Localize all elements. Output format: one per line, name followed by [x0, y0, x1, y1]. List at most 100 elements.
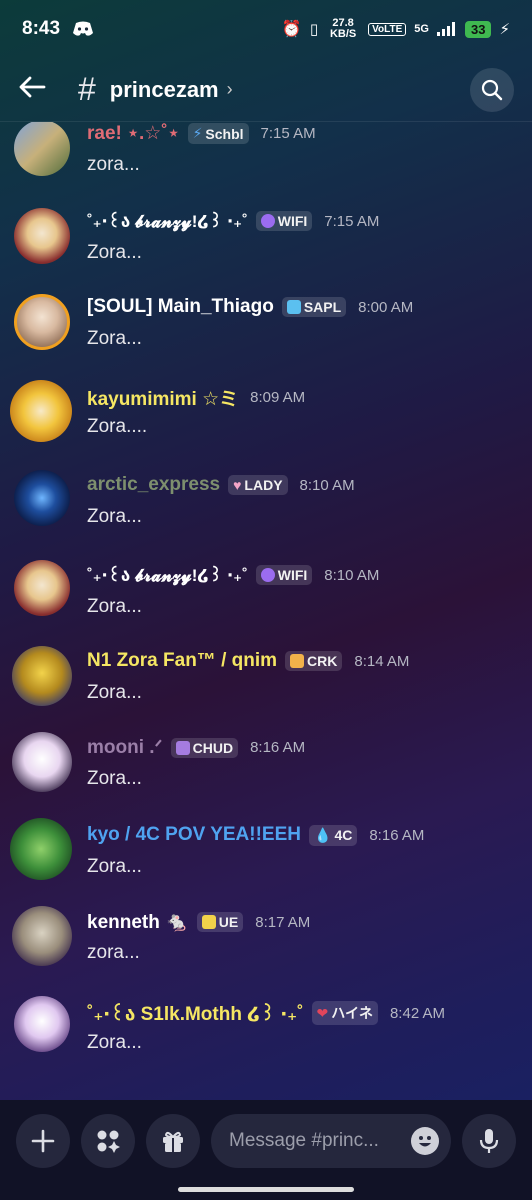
plus-icon	[31, 1129, 55, 1153]
message-item[interactable]: ˚₊‧꒰ა S1lk.Mothh ໒꒱ ‧₊˚ ❤ ハイネ 8:42 AM Zor…	[0, 990, 532, 1070]
message-placeholder: Message #princ...	[229, 1130, 379, 1151]
message-text: Zora...	[87, 856, 142, 877]
emoji-icon[interactable]	[411, 1127, 439, 1155]
message-text: Zora...	[87, 596, 142, 617]
message-text: Zora...	[87, 328, 142, 349]
role-tag: ⚡ Schbl	[187, 123, 249, 144]
heart-icon: ♥	[233, 477, 242, 493]
gift-icon	[163, 1131, 183, 1152]
role-tag: ❤ ハイネ	[311, 1001, 378, 1025]
add-button[interactable]	[16, 1114, 70, 1168]
timestamp: 7:15 AM	[260, 125, 316, 142]
channel-header: # princezam ›	[0, 58, 532, 122]
timestamp: 8:10 AM	[299, 476, 355, 494]
search-button[interactable]	[470, 67, 514, 112]
back-arrow-icon[interactable]	[18, 73, 58, 107]
timestamp: 8:00 AM	[358, 298, 414, 316]
net-speed: 27.8 KB/S	[329, 17, 357, 40]
role-tag: WIFI	[255, 211, 313, 231]
timestamp: 7:15 AM	[324, 212, 380, 230]
avatar[interactable]	[10, 380, 72, 442]
microphone-icon	[479, 1129, 499, 1153]
timestamp: 8:42 AM	[389, 1004, 446, 1022]
avatar[interactable]	[14, 470, 70, 526]
username[interactable]: arctic_express	[87, 474, 220, 496]
message-item[interactable]: ˚₊‧꒰ა 𝓫𝓻𝓪𝓷𝔃𝔂!໒꒱ ‧₊˚ WIFI 7:15 AM Zora...	[0, 200, 532, 280]
message-item[interactable]: rae! ⋆.☆˚⋆ ⚡ Schbl 7:15 AM zora...	[0, 122, 532, 194]
network-type: 5G	[414, 23, 429, 35]
crown-icon	[175, 740, 190, 755]
moon-icon	[260, 214, 275, 228]
role-tag: UE	[196, 912, 244, 932]
status-time: 8:43	[22, 18, 61, 39]
battery-level: 33	[464, 20, 492, 38]
search-icon	[481, 79, 503, 100]
timestamp: 8:14 AM	[354, 652, 410, 670]
message-text: Zora...	[87, 768, 142, 789]
message-text: zora...	[87, 942, 140, 963]
crown-icon	[201, 915, 216, 929]
gift-button[interactable]	[146, 1114, 200, 1168]
timestamp: 8:16 AM	[250, 739, 306, 756]
username[interactable]: N1 Zora Fan™ / qnim	[87, 650, 277, 672]
message-composer: Message #princ...	[0, 1100, 532, 1200]
message-item[interactable]: mooni .ᐟ CHUD 8:16 AM Zora...	[0, 726, 532, 806]
message-text: Zora...	[87, 242, 142, 263]
hash-icon: #	[78, 71, 96, 107]
status-bar: 8:43 ⏰ ▯ 27.8 KB/S VoLTE 5G 33 ⚡	[0, 0, 532, 58]
message-text: Zora...	[87, 1032, 142, 1053]
message-item[interactable]: [SOUL] Main_Thiago SAPL 8:00 AM Zora...	[0, 288, 532, 368]
avatar[interactable]	[12, 646, 72, 706]
avatar[interactable]	[14, 208, 70, 264]
avatar[interactable]	[10, 818, 72, 880]
apps-button[interactable]	[81, 1114, 135, 1168]
username[interactable]: [SOUL] Main_Thiago	[87, 296, 274, 318]
role-tag: WIFI	[255, 565, 313, 585]
vibrate-icon: ▯	[309, 21, 319, 38]
leaf-icon	[286, 300, 301, 314]
username[interactable]: kayumimimi ☆ミ	[87, 384, 238, 411]
message-text: Zora...	[87, 682, 142, 703]
timestamp: 8:10 AM	[324, 566, 380, 584]
username[interactable]: ˚₊‧꒰ა 𝓫𝓻𝓪𝓷𝔃𝔂!໒꒱ ‧₊˚	[87, 210, 248, 232]
username[interactable]: rae! ⋆.☆˚⋆	[87, 122, 180, 145]
username[interactable]: ˚₊‧꒰ა 𝓫𝓻𝓪𝓷𝔃𝔂!໒꒱ ‧₊˚	[87, 564, 248, 586]
alarm-icon: ⏰	[281, 21, 302, 38]
message-item[interactable]: kyo / 4C POV YEA!!EEH 💧 4C 8:16 AM Zora..…	[0, 812, 532, 892]
username[interactable]: kyo / 4C POV YEA!!EEH	[87, 824, 301, 846]
timestamp: 8:16 AM	[369, 826, 425, 844]
username[interactable]: ˚₊‧꒰ა S1lk.Mothh ໒꒱ ‧₊˚	[87, 1000, 304, 1026]
lightning-icon: ⚡	[192, 125, 203, 141]
signal-icon	[436, 22, 455, 36]
moon-icon	[260, 568, 275, 582]
avatar[interactable]	[12, 906, 72, 966]
role-tag: 💧 4C	[309, 824, 358, 846]
message-item[interactable]: ˚₊‧꒰ა 𝓫𝓻𝓪𝓷𝔃𝔂!໒꒱ ‧₊˚ WIFI 8:10 AM Zora...	[0, 552, 532, 632]
message-item[interactable]: kayumimimi ☆ミ 8:09 AM Zora....	[0, 376, 532, 456]
message-item[interactable]: arctic_express ♥ LADY 8:10 AM Zora...	[0, 462, 532, 542]
channel-name[interactable]: princezam	[110, 77, 219, 103]
message-item[interactable]: kenneth 🐁 UE 8:17 AM zora...	[0, 900, 532, 980]
role-tag: CHUD	[170, 737, 239, 758]
message-text: Zora...	[87, 506, 142, 527]
avatar[interactable]	[14, 560, 70, 616]
username[interactable]: kenneth 🐁	[87, 910, 189, 934]
username[interactable]: mooni .ᐟ	[87, 736, 163, 759]
avatar[interactable]	[14, 122, 70, 176]
message-input[interactable]: Message #princ...	[211, 1114, 451, 1168]
message-list[interactable]: rae! ⋆.☆˚⋆ ⚡ Schbl 7:15 AM zora... ˚₊‧꒰ა …	[0, 122, 532, 1100]
home-indicator[interactable]	[178, 1187, 354, 1192]
role-tag: CRK	[285, 651, 343, 671]
heart-icon: ❤	[316, 1004, 329, 1021]
timestamp: 8:17 AM	[255, 913, 311, 931]
avatar[interactable]	[14, 294, 70, 350]
avatar[interactable]	[14, 996, 70, 1052]
role-tag: SAPL	[281, 297, 347, 317]
message-text: Zora....	[87, 416, 148, 437]
charging-icon: ⚡	[499, 21, 510, 38]
avatar[interactable]	[12, 732, 72, 792]
apps-icon	[97, 1130, 120, 1153]
message-item[interactable]: N1 Zora Fan™ / qnim CRK 8:14 AM Zora...	[0, 640, 532, 720]
chevron-right-icon[interactable]: ›	[227, 79, 233, 100]
voice-message-button[interactable]	[462, 1114, 516, 1168]
